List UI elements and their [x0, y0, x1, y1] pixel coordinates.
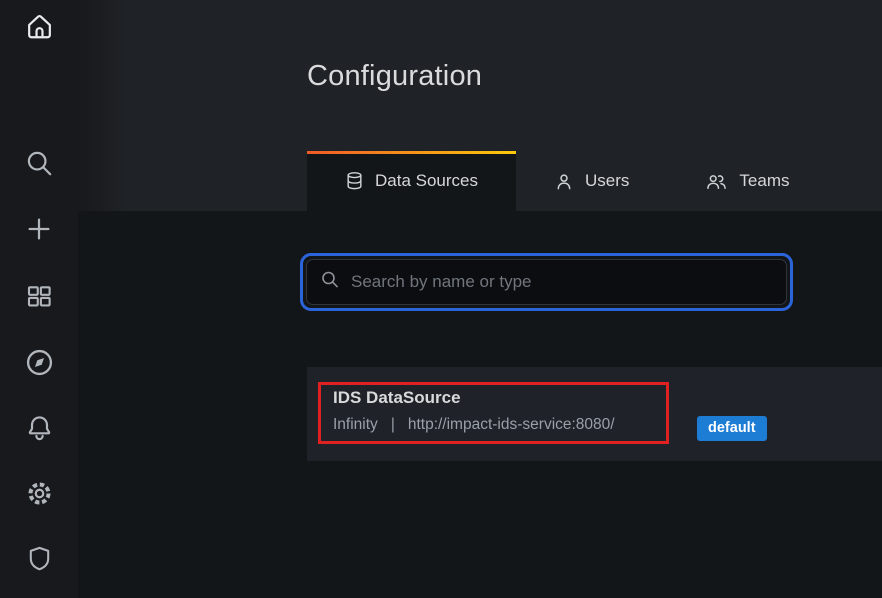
gear-icon — [24, 478, 55, 509]
sidebar-item-dashboards[interactable] — [0, 281, 78, 311]
plus-icon — [24, 214, 54, 244]
datasource-info: IDS DataSource Infinity | http://impact-id… — [333, 388, 615, 434]
users-icon — [705, 171, 728, 192]
datasource-url: http://impact-ids-service:8080/ — [408, 416, 615, 433]
main-content: IDS DataSource Infinity | http://impact-id… — [78, 211, 882, 598]
page-header: Configuration Data Sources Users — [78, 0, 882, 211]
datasource-type: Infinity — [333, 416, 378, 433]
page-title: Configuration — [307, 60, 482, 93]
tab-users[interactable]: Users — [516, 151, 667, 211]
shield-icon — [25, 543, 54, 574]
tab-data-sources[interactable]: Data Sources — [307, 151, 516, 211]
sidebar-item-alerting[interactable] — [0, 412, 78, 443]
sidebar-item-admin[interactable] — [0, 543, 78, 574]
tab-label: Data Sources — [375, 171, 478, 191]
sidebar-item-explore[interactable] — [0, 346, 78, 379]
tab-teams[interactable]: Teams — [667, 151, 827, 211]
sidebar-item-search[interactable] — [0, 148, 78, 179]
sidebar-item-create[interactable] — [0, 214, 78, 244]
datasource-list-item[interactable]: IDS DataSource Infinity | http://impact-id… — [307, 367, 882, 461]
dashboards-icon — [24, 281, 54, 311]
meta-separator: | — [391, 416, 395, 433]
tab-label: Teams — [739, 171, 789, 191]
sidebar-nav — [0, 0, 78, 598]
default-badge: default — [697, 416, 767, 441]
datasource-meta: Infinity | http://impact-ids-service:8080/ — [333, 416, 615, 434]
bell-icon — [24, 412, 55, 443]
compass-icon — [23, 346, 56, 379]
tab-label: Users — [585, 171, 629, 191]
home-icon — [24, 11, 55, 42]
datasource-name: IDS DataSource — [333, 388, 615, 408]
database-icon — [345, 171, 364, 192]
sidebar-item-home[interactable] — [0, 11, 78, 42]
search-box — [300, 253, 793, 311]
search-icon — [24, 148, 55, 179]
tab-bar: Data Sources Users Teams — [307, 151, 827, 211]
sidebar-item-configuration[interactable] — [0, 478, 78, 509]
search-input[interactable] — [306, 259, 787, 305]
user-icon — [554, 171, 574, 192]
